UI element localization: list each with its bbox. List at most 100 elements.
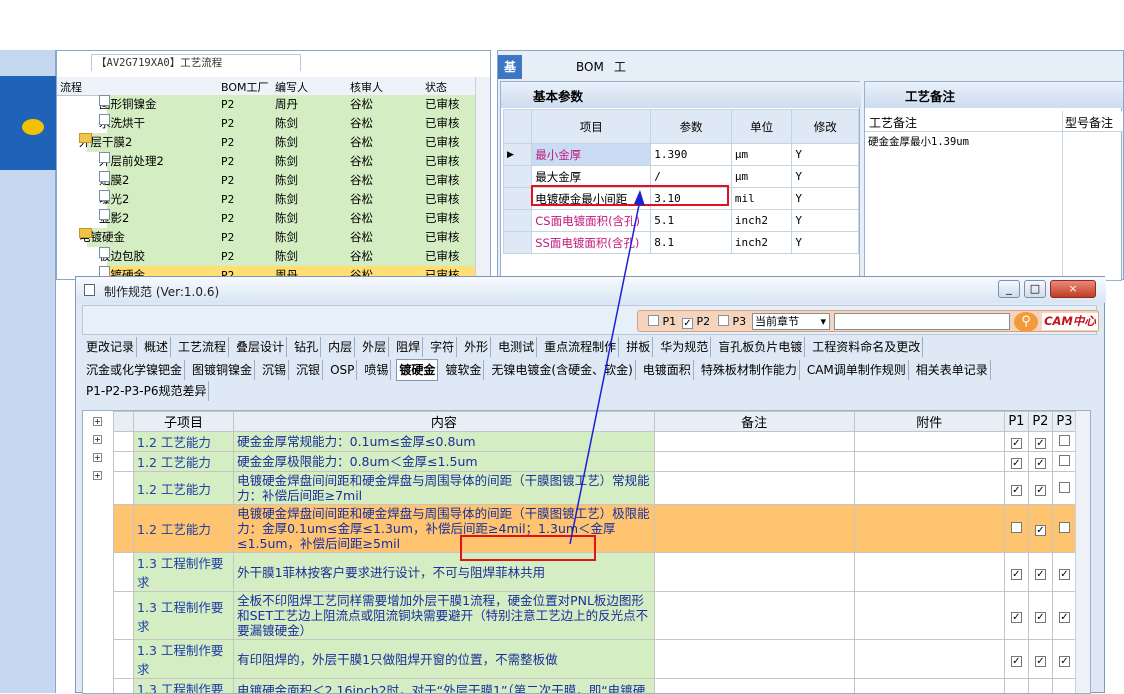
spec-row[interactable]: 1.3 工程制作要求电镀硬金面积＜2.16inch2时，对于“外层干膜1”（第二… [114, 679, 1077, 694]
col-bom[interactable]: BOM工厂 [221, 79, 269, 95]
cell-attachment[interactable] [854, 553, 1004, 592]
cell-remark[interactable] [654, 452, 854, 472]
spec-row[interactable]: 1.2 工艺能力电镀硬金焊盘间间距和硬金焊盘与周围导体的间距（干膜图镀工艺）常规… [114, 472, 1077, 505]
spec-row[interactable]: 1.3 工程制作要求有印阻焊的，外层干膜1只做阻焊开窗的位置，不需整板做✓✓✓ [114, 640, 1077, 679]
nav-link[interactable]: 华为规范 [658, 337, 711, 357]
nav-link[interactable]: 叠层设计 [234, 337, 287, 357]
nav-link[interactable]: 镀软金 [443, 360, 484, 380]
col-content[interactable]: 内容 [234, 412, 654, 432]
tree-node[interactable]: 曝光2 [99, 190, 129, 209]
cell-attachment[interactable] [854, 592, 1004, 640]
p3-checkbox[interactable] [1059, 482, 1070, 493]
tree-node[interactable]: 贴膜2 [99, 171, 129, 190]
col-subitem[interactable]: 子项目 [134, 412, 234, 432]
row-selector[interactable] [114, 592, 134, 640]
chat-bubble-icon[interactable] [22, 119, 44, 135]
tree-row[interactable]: 外层前处理2P2陈剑谷松已审核 [57, 152, 477, 171]
p2-checkbox[interactable]: ✓ [1035, 612, 1046, 623]
filter-p3[interactable]: P3 [718, 315, 746, 328]
p2-checkbox[interactable]: ✓ [1035, 656, 1046, 667]
nav-link[interactable]: P1-P2-P3-P6规范差异 [84, 381, 209, 401]
col-status[interactable]: 状态 [425, 79, 447, 95]
p1-checkbox[interactable]: ✓ [1011, 612, 1022, 623]
nav-link[interactable]: 相关表单记录 [914, 360, 991, 380]
nav-link[interactable]: 内层 [326, 337, 355, 357]
nav-link[interactable]: 沉锡 [260, 360, 289, 380]
grid-scrollbar[interactable] [1075, 411, 1090, 694]
p1-checkbox[interactable] [648, 315, 659, 326]
cell-attachment[interactable] [854, 679, 1004, 694]
row-selector[interactable] [114, 640, 134, 679]
p3-checkbox[interactable]: ✓ [1059, 656, 1070, 667]
p3-checkbox[interactable]: ✓ [1059, 569, 1070, 580]
p1-checkbox[interactable]: ✓ [1011, 458, 1022, 469]
col-param[interactable]: 参数 [651, 110, 732, 144]
col-p3[interactable]: P3 [1052, 412, 1076, 432]
basic-params-title[interactable]: 基本参数 [533, 86, 583, 105]
tree-node[interactable]: −外层干膜2 [79, 133, 132, 152]
tab-basic-info[interactable]: 基本信息 [498, 55, 522, 79]
nav-link[interactable]: OSP [328, 360, 357, 380]
remark-title[interactable]: 工艺备注 [905, 86, 955, 105]
col-reviewer[interactable]: 核审人 [350, 79, 383, 95]
search-input[interactable] [834, 313, 1010, 330]
tab-bom[interactable]: BOM [570, 55, 610, 79]
p1-checkbox[interactable]: ✓ [1011, 485, 1022, 496]
expand-icon[interactable]: + [93, 453, 102, 462]
cell-remark[interactable] [654, 432, 854, 452]
tree-title-tab[interactable]: 【AV2G719XA0】工艺流程 [91, 54, 301, 71]
p3-checkbox[interactable] [1059, 522, 1070, 533]
spec-row[interactable]: 1.3 工程制作要求全板不印阻焊工艺同样需要增加外层干膜1流程，硬金位置对PNL… [114, 592, 1077, 640]
spec-row[interactable]: 1.2 工艺能力硬金金厚极限能力：0.8um＜金厚≤1.5um✓✓ [114, 452, 1077, 472]
nav-link[interactable]: 电镀面积 [641, 360, 694, 380]
col-writer[interactable]: 编写人 [275, 79, 308, 95]
filter-p1[interactable]: P1 [648, 315, 676, 328]
maximize-button[interactable]: □ [1024, 280, 1046, 298]
tree-node[interactable]: 板边包胶 [99, 247, 145, 266]
tree-node[interactable]: 外层前处理2 [99, 152, 164, 171]
p2-checkbox[interactable]: ✓ [1035, 458, 1046, 469]
col-model-remark[interactable]: 型号备注 [1065, 114, 1113, 131]
tree-row[interactable]: 板边包胶P2陈剑谷松已审核 [57, 247, 477, 266]
cell-remark[interactable] [654, 472, 854, 505]
row-selector[interactable] [114, 553, 134, 592]
nav-link[interactable]: 电测试 [496, 337, 537, 357]
expand-icon[interactable]: + [93, 471, 102, 480]
tree-row[interactable]: −外层干膜2P2陈剑谷松已审核 [57, 133, 477, 152]
scope-select[interactable]: 当前章节▾ [752, 313, 830, 330]
filter-p2[interactable]: ✓ P2 [682, 315, 710, 329]
search-icon[interactable]: ⚲ [1014, 312, 1038, 332]
tree-row[interactable]: 水洗烘干P2陈剑谷松已审核 [57, 114, 477, 133]
cell-attachment[interactable] [854, 432, 1004, 452]
nav-link[interactable]: 更改记录 [84, 337, 137, 357]
expand-icon[interactable]: + [93, 435, 102, 444]
nav-link[interactable]: 镀硬金 [396, 359, 438, 381]
nav-link[interactable]: 字符 [428, 337, 457, 357]
nav-link[interactable]: 喷锡 [362, 360, 391, 380]
nav-link[interactable]: 无镍电镀金(含硬金、软金) [489, 360, 635, 380]
tree-row[interactable]: 贴膜2P2陈剑谷松已审核 [57, 171, 477, 190]
p1-checkbox[interactable]: ✓ [1011, 656, 1022, 667]
tree-row[interactable]: 显影2P2陈剑谷松已审核 [57, 209, 477, 228]
param-row[interactable]: SS面电镀面积(含孔)8.1inch2Y [504, 232, 859, 254]
col-modify[interactable]: 修改 [792, 110, 859, 144]
cell-attachment[interactable] [854, 505, 1004, 553]
p2-checkbox[interactable]: ✓ [1035, 569, 1046, 580]
cell-remark[interactable] [654, 553, 854, 592]
col-item[interactable]: 项目 [532, 110, 651, 144]
nav-link[interactable]: 重点流程制作 [542, 337, 619, 357]
tree-scrollbar[interactable] [475, 77, 490, 280]
row-selector[interactable] [114, 472, 134, 505]
minimize-button[interactable]: _ [998, 280, 1020, 298]
tree-row[interactable]: 图形铜镍金P2周丹谷松已审核 [57, 95, 477, 114]
col-flow[interactable]: 流程 [60, 79, 82, 95]
p3-checkbox[interactable] [718, 315, 729, 326]
cell-attachment[interactable] [854, 640, 1004, 679]
nav-link[interactable]: 沉银 [294, 360, 323, 380]
tree-node[interactable]: −电镀硬金 [79, 228, 125, 247]
tree-node[interactable]: 显影2 [99, 209, 129, 228]
tree-row[interactable]: −电镀硬金P2陈剑谷松已审核 [57, 228, 477, 247]
col-remark[interactable]: 备注 [654, 412, 854, 432]
nav-link[interactable]: 图镀铜镍金 [190, 360, 255, 380]
nav-link[interactable]: 特殊板材制作能力 [699, 360, 800, 380]
